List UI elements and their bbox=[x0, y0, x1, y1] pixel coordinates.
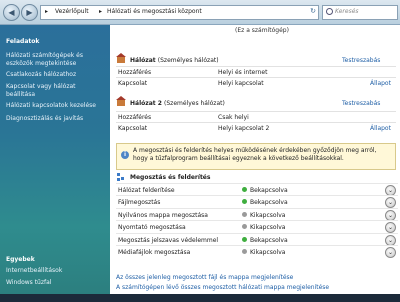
forward-button[interactable]: ▶ bbox=[21, 4, 38, 21]
sharing-row-state: Kikapcsolva bbox=[250, 224, 286, 232]
sidebar-item-view-computers[interactable]: Hálózati számítógépek és eszközök megtek… bbox=[6, 52, 106, 68]
status-off-icon bbox=[242, 249, 247, 254]
network-1-connection-row: Kapcsolat Helyi kapcsolat Állapot bbox=[116, 77, 396, 89]
sharing-row[interactable]: Megosztás jelszavas védelemmel Bekapcsolv… bbox=[116, 232, 398, 246]
sharing-row-state: Bekapcsolva bbox=[250, 199, 288, 207]
access-value: Csak helyi bbox=[218, 114, 249, 121]
sidebar-item-windows-firewall[interactable]: Windows tűzfal bbox=[6, 279, 106, 287]
sharing-icon bbox=[117, 173, 126, 182]
sharing-row-label: Hálózat felderítése bbox=[118, 187, 175, 194]
breadcrumb-root-icon: ▸ bbox=[45, 8, 49, 15]
main-pane: (Ez a számítógép) Hálózat (Személyes hál… bbox=[110, 25, 400, 294]
network-2-title: Hálózat 2 (Személyes hálózat) bbox=[130, 100, 225, 107]
network-1-status-link[interactable]: Állapot bbox=[370, 80, 391, 87]
sharing-row-state: Bekapcsolva bbox=[250, 236, 288, 244]
back-button[interactable]: ◀ bbox=[3, 4, 20, 21]
connection-label: Kapcsolat bbox=[118, 125, 148, 132]
search-icon bbox=[326, 8, 333, 15]
this-computer-label: (Ez a számítógép) bbox=[235, 27, 289, 34]
expand-chevron-icon[interactable]: ⌄ bbox=[385, 209, 396, 221]
show-shared-files-link[interactable]: Az összes jelenleg megosztott fájl és ma… bbox=[116, 274, 293, 281]
expand-chevron-icon[interactable]: ⌄ bbox=[385, 185, 396, 196]
sharing-title: Megosztás és felderítés bbox=[130, 174, 211, 181]
sidebar-item-diagnose[interactable]: Diagnosztizálás és javítás bbox=[6, 115, 106, 123]
network-2-customize-link[interactable]: Testreszabás bbox=[342, 100, 380, 107]
network-1-customize-link[interactable]: Testreszabás bbox=[342, 57, 380, 64]
sidebar-item-connect[interactable]: Csatlakozás hálózathoz bbox=[6, 71, 106, 79]
sidebar-item-internet-options[interactable]: Internetbeállítások bbox=[6, 267, 106, 275]
taskbar bbox=[0, 294, 400, 302]
sharing-row[interactable]: Fájlmegosztás Bekapcsolva ⌄ bbox=[116, 195, 398, 209]
address-field[interactable]: ▸ Vezérlőpult ▸ Hálózati és megosztási k… bbox=[40, 5, 319, 20]
network-2-name: Hálózat 2 bbox=[130, 100, 162, 107]
expand-chevron-icon[interactable]: ⌄ bbox=[385, 197, 396, 209]
access-label: Hozzáférés bbox=[118, 69, 152, 76]
connection-label: Kapcsolat bbox=[118, 80, 148, 87]
sidebar-item-setup-connection[interactable]: Kapcsolat vagy hálózat beállítása bbox=[6, 83, 106, 99]
expand-chevron-icon[interactable]: ⌄ bbox=[385, 234, 396, 246]
expand-chevron-icon[interactable]: ⌄ bbox=[385, 222, 396, 234]
info-icon: i bbox=[121, 151, 129, 159]
breadcrumb-control-panel[interactable]: Vezérlőpult bbox=[55, 8, 89, 15]
refresh-icon[interactable]: ↻ bbox=[310, 7, 316, 15]
status-off-icon bbox=[242, 211, 247, 217]
network-icon bbox=[116, 96, 126, 107]
sidebar-item-manage-connections[interactable]: Hálózati kapcsolatok kezelése bbox=[6, 102, 106, 110]
status-on-icon bbox=[242, 187, 247, 192]
expand-chevron-icon[interactable]: ⌄ bbox=[385, 247, 396, 258]
sharing-row-label: Nyomtató megosztása bbox=[118, 224, 186, 232]
access-label: Hozzáférés bbox=[118, 114, 152, 121]
search-input[interactable]: Keresés bbox=[322, 5, 398, 20]
firewall-warning: i A megosztási és felderítés helyes műkö… bbox=[116, 143, 396, 170]
sharing-row[interactable]: Hálózat felderítése Bekapcsolva ⌄ bbox=[116, 183, 398, 196]
sharing-row-label: Médiafájlok megosztása bbox=[118, 249, 191, 256]
sharing-row[interactable]: Médiafájlok megosztása Kikapcsolva ⌄ bbox=[116, 245, 398, 258]
connection-value: Helyi kapcsolat bbox=[218, 80, 264, 87]
network-2-status-link[interactable]: Állapot bbox=[370, 125, 391, 132]
sharing-row-state: Kikapcsolva bbox=[250, 211, 286, 219]
warning-text: A megosztási és felderítés helyes működé… bbox=[133, 147, 377, 162]
network-1-name: Hálózat bbox=[130, 57, 156, 64]
sharing-row[interactable]: Nyilvános mappa megosztása Kikapcsolva ⌄ bbox=[116, 207, 398, 221]
network-icon bbox=[116, 53, 126, 64]
network-1-type: (Személyes hálózat) bbox=[157, 57, 219, 64]
breadcrumb-separator-icon: ▸ bbox=[99, 8, 103, 15]
status-on-icon bbox=[242, 236, 247, 242]
network-1-title: Hálózat (Személyes hálózat) bbox=[130, 57, 219, 64]
sidebar-see-also-title: Egyebek bbox=[6, 256, 35, 263]
sharing-row-state: Bekapcsolva bbox=[250, 187, 288, 194]
address-bar: ◀ ▶ ▸ Vezérlőpult ▸ Hálózati és megosztá… bbox=[0, 0, 400, 25]
network-2-type: (Személyes hálózat) bbox=[164, 100, 225, 107]
network-2-connection-row: Kapcsolat Helyi kapcsolat 2 Állapot bbox=[116, 122, 396, 134]
sharing-row-label: Megosztás jelszavas védelemmel bbox=[118, 236, 219, 244]
connection-value: Helyi kapcsolat 2 bbox=[218, 125, 270, 132]
sharing-row[interactable]: Nyomtató megosztása Kikapcsolva ⌄ bbox=[116, 220, 398, 234]
breadcrumb-network-center[interactable]: Hálózati és megosztási központ bbox=[107, 8, 202, 15]
access-value: Helyi és internet bbox=[218, 69, 268, 76]
status-off-icon bbox=[242, 224, 247, 230]
sidebar-tasks-title: Feladatok bbox=[6, 38, 40, 45]
sharing-row-label: Fájlmegosztás bbox=[118, 199, 161, 207]
sharing-row-state: Kikapcsolva bbox=[250, 249, 286, 256]
status-on-icon bbox=[242, 199, 247, 205]
show-shared-folders-link[interactable]: A számítógépen lévő összes megosztott há… bbox=[116, 284, 329, 291]
sharing-row-label: Nyilvános mappa megosztása bbox=[118, 211, 208, 219]
sidebar: Feladatok Hálózati számítógépek és eszkö… bbox=[0, 25, 110, 294]
search-placeholder: Keresés bbox=[335, 8, 359, 15]
